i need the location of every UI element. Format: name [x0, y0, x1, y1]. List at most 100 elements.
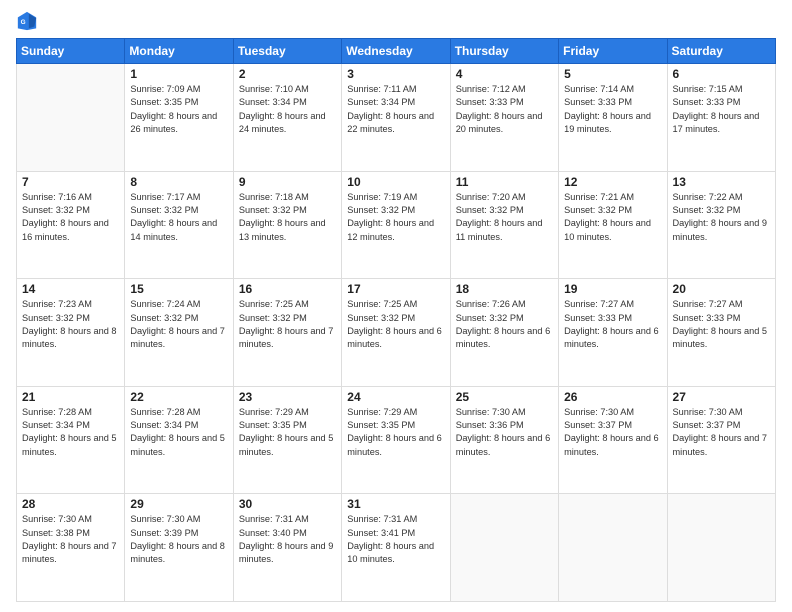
- day-number: 8: [130, 175, 227, 189]
- sun-info: Sunrise: 7:25 AMSunset: 3:32 PMDaylight:…: [239, 298, 336, 351]
- calendar-cell-0-0: [17, 64, 125, 172]
- calendar-cell-1-4: 11 Sunrise: 7:20 AMSunset: 3:32 PMDayligh…: [450, 171, 558, 279]
- calendar-cell-2-1: 15Sunrise: 7:24 AMSunset: 3:32 PMDayligh…: [125, 279, 233, 387]
- calendar-cell-4-5: [559, 494, 667, 602]
- day-number: 16: [239, 282, 336, 296]
- logo-icon: G: [16, 10, 38, 32]
- day-number: 5: [564, 67, 661, 81]
- calendar-cell-1-5: 12 Sunrise: 7:21 AMSunset: 3:32 PMDayligh…: [559, 171, 667, 279]
- day-number: 9: [239, 175, 336, 189]
- calendar-header-wednesday: Wednesday: [342, 39, 450, 64]
- day-number: 19: [564, 282, 661, 296]
- calendar-cell-0-2: 2 Sunrise: 7:10 AMSunset: 3:34 PMDaylight…: [233, 64, 341, 172]
- calendar-header-tuesday: Tuesday: [233, 39, 341, 64]
- day-number: 14: [22, 282, 119, 296]
- calendar-cell-3-5: 26Sunrise: 7:30 AMSunset: 3:37 PMDayligh…: [559, 386, 667, 494]
- calendar-cell-3-6: 27Sunrise: 7:30 AMSunset: 3:37 PMDayligh…: [667, 386, 775, 494]
- sun-info: Sunrise: 7:21 AMSunset: 3:32 PMDaylight:…: [564, 191, 661, 244]
- sun-info: Sunrise: 7:23 AMSunset: 3:32 PMDaylight:…: [22, 298, 119, 351]
- day-number: 10: [347, 175, 444, 189]
- calendar-week-3: 21 Sunrise: 7:28 AMSunset: 3:34 PMDayligh…: [17, 386, 776, 494]
- day-number: 27: [673, 390, 770, 404]
- calendar-cell-4-6: [667, 494, 775, 602]
- calendar-header-row: SundayMondayTuesdayWednesdayThursdayFrid…: [17, 39, 776, 64]
- day-number: 25: [456, 390, 553, 404]
- calendar-cell-1-1: 8 Sunrise: 7:17 AMSunset: 3:32 PMDaylight…: [125, 171, 233, 279]
- calendar-header-sunday: Sunday: [17, 39, 125, 64]
- calendar-cell-4-0: 28 Sunrise: 7:30 AMSunset: 3:38 PMDayligh…: [17, 494, 125, 602]
- sun-info: Sunrise: 7:20 AMSunset: 3:32 PMDaylight:…: [456, 191, 553, 244]
- sun-info: Sunrise: 7:27 AMSunset: 3:33 PMDaylight:…: [673, 298, 770, 351]
- calendar-cell-0-4: 4Sunrise: 7:12 AMSunset: 3:33 PMDaylight…: [450, 64, 558, 172]
- calendar-cell-3-0: 21 Sunrise: 7:28 AMSunset: 3:34 PMDayligh…: [17, 386, 125, 494]
- day-number: 11: [456, 175, 553, 189]
- sun-info: Sunrise: 7:31 AMSunset: 3:40 PMDaylight:…: [239, 513, 336, 566]
- logo: G: [16, 10, 42, 32]
- sun-info: Sunrise: 7:25 AMSunset: 3:32 PMDaylight:…: [347, 298, 444, 351]
- day-number: 7: [22, 175, 119, 189]
- sun-info: Sunrise: 7:10 AMSunset: 3:34 PMDaylight:…: [239, 83, 336, 136]
- sun-info: Sunrise: 7:30 AMSunset: 3:36 PMDaylight:…: [456, 406, 553, 459]
- calendar-cell-2-6: 20 Sunrise: 7:27 AMSunset: 3:33 PMDayligh…: [667, 279, 775, 387]
- day-number: 18: [456, 282, 553, 296]
- calendar-cell-4-3: 31 Sunrise: 7:31 AMSunset: 3:41 PMDayligh…: [342, 494, 450, 602]
- sun-info: Sunrise: 7:28 AMSunset: 3:34 PMDaylight:…: [22, 406, 119, 459]
- sun-info: Sunrise: 7:31 AMSunset: 3:41 PMDaylight:…: [347, 513, 444, 566]
- calendar-cell-1-3: 10 Sunrise: 7:19 AMSunset: 3:32 PMDayligh…: [342, 171, 450, 279]
- calendar-cell-1-2: 9Sunrise: 7:18 AMSunset: 3:32 PMDaylight…: [233, 171, 341, 279]
- day-number: 29: [130, 497, 227, 511]
- calendar-cell-2-3: 17Sunrise: 7:25 AMSunset: 3:32 PMDayligh…: [342, 279, 450, 387]
- sun-info: Sunrise: 7:26 AMSunset: 3:32 PMDaylight:…: [456, 298, 553, 351]
- calendar-week-2: 14 Sunrise: 7:23 AMSunset: 3:32 PMDayligh…: [17, 279, 776, 387]
- sun-info: Sunrise: 7:29 AMSunset: 3:35 PMDaylight:…: [239, 406, 336, 459]
- sun-info: Sunrise: 7:17 AMSunset: 3:32 PMDaylight:…: [130, 191, 227, 244]
- calendar-cell-0-1: 1 Sunrise: 7:09 AMSunset: 3:35 PMDaylight…: [125, 64, 233, 172]
- calendar-cell-4-4: [450, 494, 558, 602]
- calendar-header-friday: Friday: [559, 39, 667, 64]
- day-number: 24: [347, 390, 444, 404]
- day-number: 20: [673, 282, 770, 296]
- sun-info: Sunrise: 7:28 AMSunset: 3:34 PMDaylight:…: [130, 406, 227, 459]
- sun-info: Sunrise: 7:12 AMSunset: 3:33 PMDaylight:…: [456, 83, 553, 136]
- day-number: 28: [22, 497, 119, 511]
- day-number: 2: [239, 67, 336, 81]
- calendar-cell-0-6: 6 Sunrise: 7:15 AMSunset: 3:33 PMDaylight…: [667, 64, 775, 172]
- day-number: 26: [564, 390, 661, 404]
- day-number: 6: [673, 67, 770, 81]
- sun-info: Sunrise: 7:22 AMSunset: 3:32 PMDaylight:…: [673, 191, 770, 244]
- day-number: 21: [22, 390, 119, 404]
- sun-info: Sunrise: 7:15 AMSunset: 3:33 PMDaylight:…: [673, 83, 770, 136]
- calendar-cell-4-1: 29Sunrise: 7:30 AMSunset: 3:39 PMDayligh…: [125, 494, 233, 602]
- sun-info: Sunrise: 7:14 AMSunset: 3:33 PMDaylight:…: [564, 83, 661, 136]
- calendar-table: SundayMondayTuesdayWednesdayThursdayFrid…: [16, 38, 776, 602]
- day-number: 1: [130, 67, 227, 81]
- svg-text:G: G: [21, 19, 26, 26]
- day-number: 3: [347, 67, 444, 81]
- day-number: 15: [130, 282, 227, 296]
- day-number: 30: [239, 497, 336, 511]
- calendar-header-monday: Monday: [125, 39, 233, 64]
- calendar-cell-3-4: 25 Sunrise: 7:30 AMSunset: 3:36 PMDayligh…: [450, 386, 558, 494]
- calendar-week-4: 28 Sunrise: 7:30 AMSunset: 3:38 PMDayligh…: [17, 494, 776, 602]
- calendar-cell-3-2: 23 Sunrise: 7:29 AMSunset: 3:35 PMDayligh…: [233, 386, 341, 494]
- day-number: 31: [347, 497, 444, 511]
- calendar-header-thursday: Thursday: [450, 39, 558, 64]
- day-number: 12: [564, 175, 661, 189]
- sun-info: Sunrise: 7:27 AMSunset: 3:33 PMDaylight:…: [564, 298, 661, 351]
- calendar-cell-2-2: 16 Sunrise: 7:25 AMSunset: 3:32 PMDayligh…: [233, 279, 341, 387]
- calendar-cell-2-5: 19 Sunrise: 7:27 AMSunset: 3:33 PMDayligh…: [559, 279, 667, 387]
- sun-info: Sunrise: 7:30 AMSunset: 3:38 PMDaylight:…: [22, 513, 119, 566]
- sun-info: Sunrise: 7:11 AMSunset: 3:34 PMDaylight:…: [347, 83, 444, 136]
- page: G SundayMondayTuesdayWednesdayThursdayFr…: [0, 0, 792, 612]
- sun-info: Sunrise: 7:09 AMSunset: 3:35 PMDaylight:…: [130, 83, 227, 136]
- calendar-cell-3-3: 24Sunrise: 7:29 AMSunset: 3:35 PMDayligh…: [342, 386, 450, 494]
- calendar-cell-1-6: 13Sunrise: 7:22 AMSunset: 3:32 PMDayligh…: [667, 171, 775, 279]
- sun-info: Sunrise: 7:19 AMSunset: 3:32 PMDaylight:…: [347, 191, 444, 244]
- calendar-cell-4-2: 30 Sunrise: 7:31 AMSunset: 3:40 PMDayligh…: [233, 494, 341, 602]
- sun-info: Sunrise: 7:16 AMSunset: 3:32 PMDaylight:…: [22, 191, 119, 244]
- day-number: 23: [239, 390, 336, 404]
- calendar-cell-2-0: 14 Sunrise: 7:23 AMSunset: 3:32 PMDayligh…: [17, 279, 125, 387]
- calendar-cell-2-4: 18 Sunrise: 7:26 AMSunset: 3:32 PMDayligh…: [450, 279, 558, 387]
- calendar-header-saturday: Saturday: [667, 39, 775, 64]
- calendar-week-1: 7 Sunrise: 7:16 AMSunset: 3:32 PMDaylight…: [17, 171, 776, 279]
